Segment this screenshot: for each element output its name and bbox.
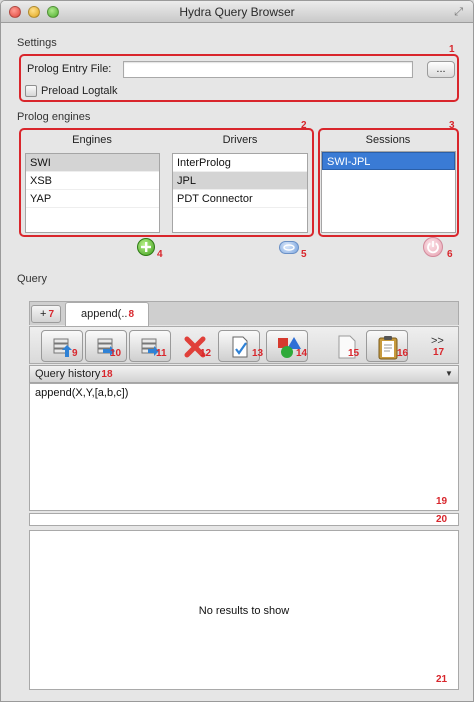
marker-16: 16 xyxy=(397,348,409,359)
settings-section-label: Settings xyxy=(17,37,57,49)
query-toolbar: 9 10 11 12 13 14 15 16 xyxy=(29,326,459,364)
entry-file-label: Prolog Entry File: xyxy=(27,63,112,75)
sessions-list[interactable]: SWI-JPL xyxy=(321,151,456,233)
chevron-down-icon[interactable]: ▼ xyxy=(442,367,456,381)
plus-icon xyxy=(141,242,151,252)
query-history-label-wrap: Query history18 xyxy=(35,368,113,380)
driver-item-pdt-connector[interactable]: PDT Connector xyxy=(173,190,307,208)
marker-8: 8 xyxy=(128,309,135,320)
marker-18: 18 xyxy=(101,369,113,380)
new-tab-plus-label: + xyxy=(40,308,47,320)
stop-session-button[interactable] xyxy=(423,237,443,257)
entry-file-input[interactable] xyxy=(123,61,413,78)
marker-7: 7 xyxy=(48,309,54,320)
marker-20: 20 xyxy=(436,514,448,525)
title-bar: Hydra Query Browser ⤢ xyxy=(1,1,473,23)
marker-5: 5 xyxy=(301,249,307,260)
prolog-engines-section-label: Prolog engines xyxy=(17,111,91,123)
marker-10: 10 xyxy=(110,348,122,359)
link-icon xyxy=(283,244,295,251)
no-results-message: No results to show xyxy=(198,605,290,617)
overflow-label: >> xyxy=(431,335,444,347)
drivers-list[interactable]: InterProlog JPL PDT Connector xyxy=(172,153,308,233)
marker-17: 17 xyxy=(433,347,445,358)
marker-19: 19 xyxy=(436,496,448,507)
refresh-sessions-button[interactable] xyxy=(279,241,299,254)
drivers-header: Drivers xyxy=(222,134,258,146)
browse-button[interactable]: ... xyxy=(427,61,455,78)
marker-4: 4 xyxy=(157,249,163,260)
query-tab[interactable]: append(..8 xyxy=(65,302,149,326)
add-session-button[interactable] xyxy=(137,238,155,256)
marker-21: 21 xyxy=(436,674,448,685)
document-check-icon xyxy=(232,336,248,358)
new-query-tab-button[interactable]: +7 xyxy=(31,305,61,323)
toolbar-overflow-button[interactable]: >> xyxy=(431,335,444,347)
engine-item-swi[interactable]: SWI xyxy=(26,154,159,172)
query-history-dropdown[interactable]: Query history18 ▼ xyxy=(29,365,459,383)
window-title: Hydra Query Browser xyxy=(179,5,295,19)
preload-logtalk-checkbox[interactable] xyxy=(25,85,37,97)
marker-13: 13 xyxy=(252,348,264,359)
marker-14: 14 xyxy=(296,348,308,359)
sessions-header: Sessions xyxy=(365,134,411,146)
query-editor[interactable]: append(X,Y,[a,b,c]) 19 xyxy=(29,383,459,511)
fullscreen-icon[interactable]: ⤢ xyxy=(454,6,463,19)
query-tab-label: append(.. xyxy=(80,308,128,320)
query-history-label: Query history xyxy=(35,368,101,380)
power-icon xyxy=(427,241,439,254)
engine-item-xsb[interactable]: XSB xyxy=(26,172,159,190)
marker-12: 12 xyxy=(200,348,212,359)
marker-9: 9 xyxy=(72,348,78,359)
engine-item-yap[interactable]: YAP xyxy=(26,190,159,208)
driver-item-jpl[interactable]: JPL xyxy=(173,172,307,190)
query-text: append(X,Y,[a,b,c]) xyxy=(35,387,129,399)
results-panel: No results to show 21 xyxy=(29,530,459,690)
engines-list[interactable]: SWI XSB YAP xyxy=(25,153,160,233)
marker-11: 11 xyxy=(156,348,167,359)
preload-logtalk-label: Preload Logtalk xyxy=(41,85,118,97)
session-item-swi-jpl[interactable]: SWI-JPL xyxy=(322,152,455,170)
engines-header: Engines xyxy=(72,134,112,146)
driver-item-interprolog[interactable]: InterProlog xyxy=(173,154,307,172)
new-document-button[interactable] xyxy=(326,330,368,362)
marker-6: 6 xyxy=(447,249,453,260)
app-window: Hydra Query Browser ⤢ Settings 1 Prolog … xyxy=(0,0,474,702)
status-strip: 20 xyxy=(29,513,459,526)
marker-15: 15 xyxy=(348,348,360,359)
query-section-label: Query xyxy=(17,273,47,285)
